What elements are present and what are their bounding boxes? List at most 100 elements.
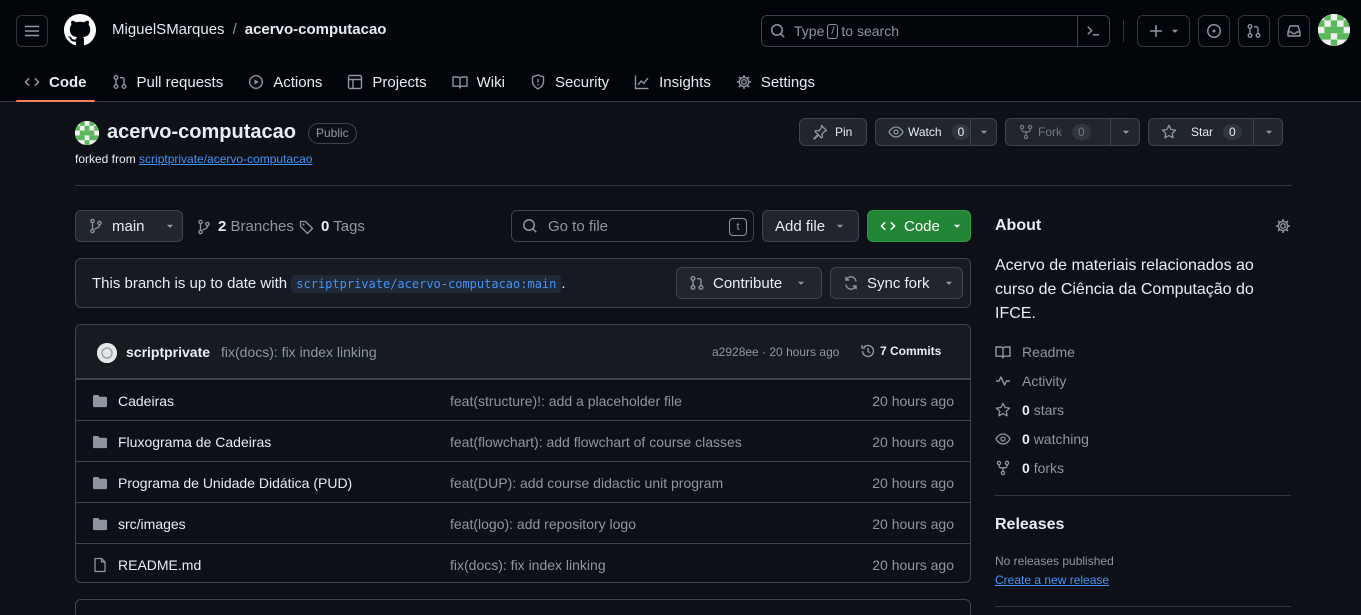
readme-label: Readme (1022, 344, 1075, 360)
git-pull-request-icon (1247, 24, 1261, 38)
github-logo-icon[interactable] (64, 14, 96, 46)
releases-heading[interactable]: Releases (995, 516, 1064, 534)
sync-icon (845, 276, 857, 290)
file-commit-message-link[interactable]: feat(structure)!: add a placeholder file (450, 393, 682, 409)
triangle-down-icon (980, 130, 988, 134)
file-commit-message-link[interactable]: feat(flowchart): add flowchart of course… (450, 434, 742, 450)
table-icon (348, 74, 363, 90)
star-dropdown-button[interactable] (1253, 119, 1283, 145)
forked-source-link[interactable]: scriptprivate/acervo-computacao (139, 152, 312, 166)
branches-link[interactable]: 2 Branches (196, 218, 294, 235)
create-new-button[interactable] (1137, 15, 1190, 47)
watch-button[interactable]: Watch 0 (875, 118, 997, 146)
tab-label: Wiki (476, 73, 505, 91)
stars-label: stars (1033, 402, 1065, 418)
triangle-down-icon (166, 224, 173, 228)
forks-link[interactable]: 0 forks (995, 460, 1064, 476)
tags-link[interactable]: 0 Tags (299, 218, 365, 235)
fork-dropdown-button[interactable] (1110, 119, 1140, 145)
pin-button[interactable]: Pin (799, 118, 867, 146)
tab-actions[interactable]: Actions (240, 62, 330, 102)
readme-link[interactable]: Readme (995, 344, 1075, 360)
table-row[interactable]: Cadeiras feat(structure)!: add a placeho… (76, 379, 970, 420)
branches-label: Branches (230, 218, 294, 235)
code-button[interactable]: Code (867, 210, 971, 242)
file-name-link[interactable]: src/images (118, 516, 186, 532)
table-row[interactable]: Programa de Unidade Didática (PUD) feat(… (76, 461, 970, 502)
about-heading: About (995, 217, 1042, 234)
commit-author-avatar[interactable] (97, 343, 117, 363)
search-icon (523, 219, 537, 233)
pin-label: Pin (835, 125, 853, 139)
tab-pull-requests[interactable]: Pull requests (104, 62, 232, 102)
issues-button[interactable] (1198, 15, 1230, 47)
add-file-button[interactable]: Add file (762, 210, 859, 242)
sidebar-divider (995, 495, 1291, 496)
branch-name: main (112, 217, 145, 235)
search-shortcut-key: / (827, 23, 839, 39)
user-avatar[interactable] (1318, 14, 1350, 46)
commit-meta[interactable]: a2928ee · 20 hours ago (712, 345, 839, 359)
tab-label: Pull requests (136, 73, 224, 91)
commits-history-link[interactable]: 7 Commits (860, 343, 941, 359)
code-icon (24, 77, 40, 87)
search-input[interactable]: Type / to search (761, 15, 1110, 47)
repo-title[interactable]: acervo-computacao (107, 121, 296, 144)
commit-message-link[interactable]: fix(docs): fix index linking (221, 344, 377, 360)
star-button[interactable]: Star 0 (1148, 118, 1283, 146)
breadcrumb-owner-link[interactable]: MiguelSMarques (112, 21, 225, 38)
create-release-link[interactable]: Create a new release (995, 573, 1109, 587)
menu-button[interactable] (16, 15, 48, 47)
tab-security[interactable]: Security (522, 62, 617, 102)
go-to-file-placeholder: Go to file (548, 217, 609, 235)
activity-link[interactable]: Activity (995, 373, 1066, 389)
folder-icon (93, 518, 107, 531)
sync-fork-button[interactable]: Sync fork (830, 267, 963, 299)
commits-count-label: 7 Commits (880, 344, 942, 358)
upstream-ref-link[interactable]: scriptprivate/acervo-computacao:main (291, 275, 562, 293)
stars-link[interactable]: 0 stars (995, 402, 1064, 418)
git-branch-icon (90, 218, 102, 234)
file-commit-age: 20 hours ago (872, 434, 954, 450)
watching-link[interactable]: 0 watching (995, 431, 1089, 447)
table-row[interactable]: Fluxograma de Cadeiras feat(flowchart): … (76, 420, 970, 461)
pull-requests-button[interactable] (1238, 15, 1270, 47)
gear-icon (1276, 219, 1290, 233)
book-icon (451, 76, 468, 89)
triangle-down-icon (836, 224, 844, 228)
tab-settings[interactable]: Settings (728, 62, 823, 102)
branch-select-button[interactable]: main (75, 210, 183, 242)
graph-icon (634, 75, 649, 90)
star-label: Star (1191, 125, 1214, 139)
tab-code[interactable]: Code (16, 62, 95, 102)
repo-owner-avatar[interactable] (75, 121, 99, 145)
file-name-link[interactable]: README.md (118, 557, 201, 573)
table-row[interactable]: README.md fix(docs): fix index linking 2… (76, 543, 970, 582)
tab-insights[interactable]: Insights (626, 62, 719, 102)
tab-projects[interactable]: Projects (339, 62, 434, 102)
go-to-file-input[interactable]: Go to file t (511, 210, 754, 242)
file-commit-message-link[interactable]: fix(docs): fix index linking (450, 557, 606, 573)
breadcrumb-separator: / (232, 21, 237, 38)
tab-wiki[interactable]: Wiki (444, 62, 513, 102)
file-name-link[interactable]: Cadeiras (118, 393, 174, 409)
git-pull-request-icon (113, 75, 126, 89)
triangle-down-icon (798, 281, 805, 285)
file-commit-message-link[interactable]: feat(logo): add repository logo (450, 516, 636, 532)
inbox-button[interactable] (1278, 15, 1310, 47)
file-name-link[interactable]: Fluxograma de Cadeiras (118, 434, 271, 450)
triangle-down-icon (945, 281, 952, 285)
visibility-badge: Public (308, 123, 357, 144)
edit-about-button[interactable] (1275, 218, 1291, 234)
commit-author-link[interactable]: scriptprivate (126, 344, 210, 360)
contribute-button[interactable]: Contribute (676, 267, 822, 299)
command-palette-button[interactable] (1077, 16, 1109, 46)
search-placeholder-suffix: to search (841, 23, 900, 39)
file-name-link[interactable]: Programa de Unidade Didática (PUD) (118, 475, 352, 491)
file-commit-message-link[interactable]: feat(DUP): add course didactic unit prog… (450, 475, 723, 491)
folder-icon (93, 395, 107, 408)
breadcrumb-repo-link[interactable]: acervo-computacao (245, 21, 387, 38)
fork-button[interactable]: Fork 0 (1005, 118, 1140, 146)
watch-dropdown-button[interactable] (970, 119, 997, 145)
table-row[interactable]: src/images feat(logo): add repository lo… (76, 502, 970, 543)
